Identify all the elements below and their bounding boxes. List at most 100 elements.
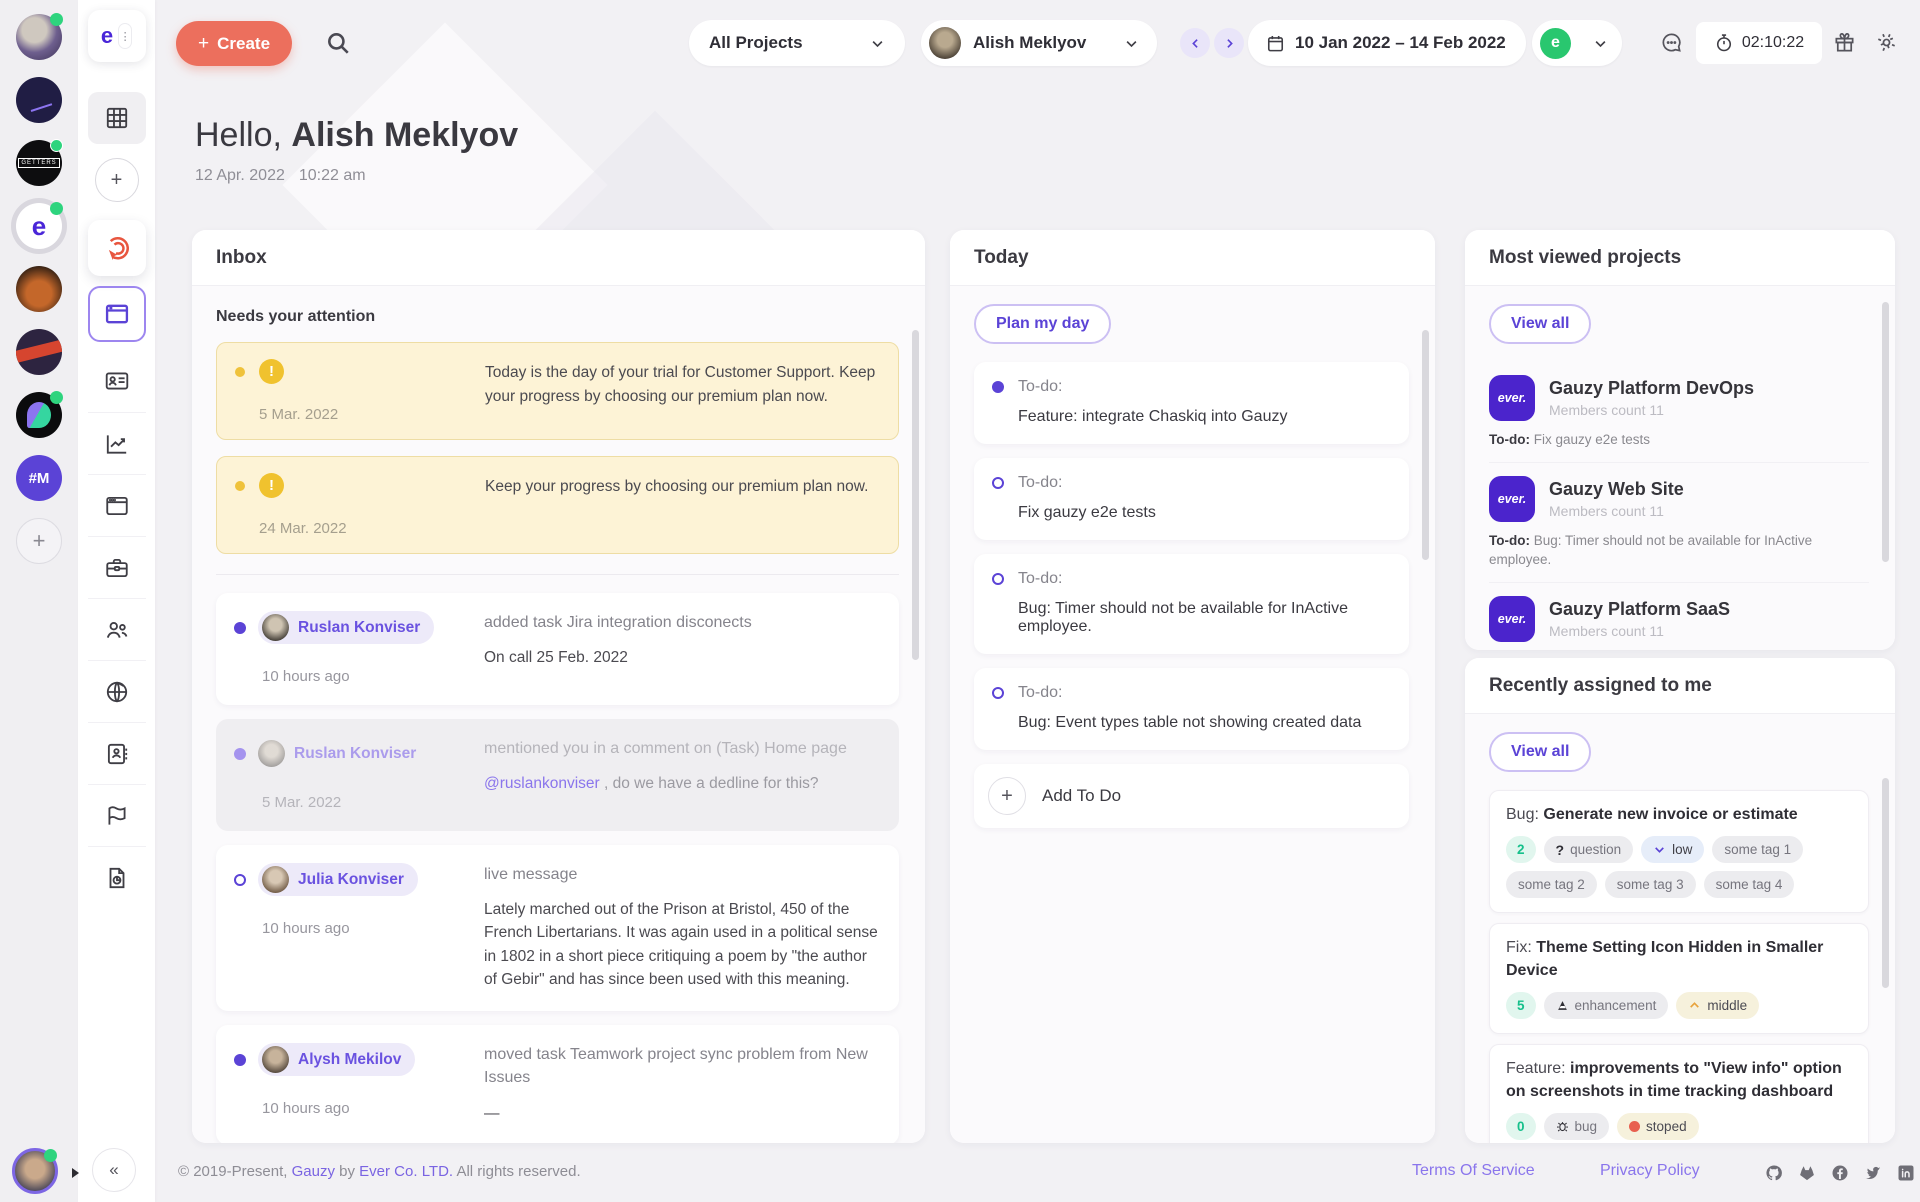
- user-chip[interactable]: Ruslan Konviser: [258, 611, 434, 644]
- date-prev-button[interactable]: [1180, 28, 1210, 58]
- project-row[interactable]: ever. Gauzy Platform DevOps Members coun…: [1489, 362, 1869, 462]
- todo-item[interactable]: To-do: Bug: Event types table not showin…: [974, 668, 1409, 750]
- divider: [216, 574, 899, 575]
- todo-open-dot[interactable]: [992, 477, 1004, 489]
- project-row[interactable]: ever. Gauzy Web Site Members count 11 To…: [1489, 462, 1869, 582]
- tag-enhancement[interactable]: enhancement: [1544, 992, 1669, 1019]
- linkedin-icon[interactable]: [1897, 1164, 1915, 1182]
- sidebar-item-focus-active[interactable]: [88, 286, 146, 342]
- tag-generic[interactable]: some tag 3: [1605, 871, 1696, 898]
- sidebar-item-reports[interactable]: [88, 846, 146, 908]
- main-sidebar: e ⋮ +: [78, 0, 155, 1202]
- task-card[interactable]: Bug: Generate new invoice or estimate 2 …: [1489, 790, 1869, 913]
- alert-date: 24 Mar. 2022: [259, 520, 485, 537]
- search-button[interactable]: [325, 30, 351, 56]
- tag-generic[interactable]: some tag 2: [1506, 871, 1597, 898]
- user-chip[interactable]: Alysh Mekilov: [258, 1043, 415, 1076]
- sidebar-item-add[interactable]: +: [88, 158, 146, 202]
- sidebar-item-projects[interactable]: [88, 474, 146, 536]
- sidebar-item-dashboard[interactable]: [88, 92, 146, 144]
- task-card[interactable]: Fix: Theme Setting Icon Hidden in Smalle…: [1489, 923, 1869, 1034]
- chat-icon: [1660, 31, 1683, 54]
- assigned-scrollbar[interactable]: [1882, 778, 1889, 988]
- sidebar-item-analytics[interactable]: [88, 412, 146, 474]
- tag-priority-middle[interactable]: middle: [1676, 992, 1759, 1019]
- greeting-block: Hello, Alish Meklyov 12 Apr. 202210:22 a…: [195, 116, 518, 185]
- view-all-projects-button[interactable]: View all: [1489, 304, 1591, 344]
- tag-question[interactable]: ?question: [1544, 836, 1634, 863]
- create-button[interactable]: + Create: [176, 21, 292, 66]
- projects-scrollbar[interactable]: [1882, 302, 1889, 562]
- sidebar-item-employees[interactable]: [88, 350, 146, 412]
- view-all-tasks-button[interactable]: View all: [1489, 732, 1591, 772]
- organization-dropdown[interactable]: e: [1532, 20, 1622, 66]
- todo-open-dot[interactable]: [992, 687, 1004, 699]
- user-chip[interactable]: Julia Konviser: [258, 863, 418, 896]
- sidebar-item-teams[interactable]: [88, 598, 146, 660]
- chat-button[interactable]: [1660, 31, 1683, 54]
- today-scrollbar[interactable]: [1422, 330, 1429, 560]
- date-next-button[interactable]: [1214, 28, 1244, 58]
- task-card[interactable]: Feature: improvements to "View info" opt…: [1489, 1044, 1869, 1143]
- workspace-avatar-4[interactable]: [16, 329, 62, 375]
- rewards-button[interactable]: [1833, 31, 1856, 54]
- timer-widget[interactable]: 02:10:22: [1696, 22, 1822, 64]
- terms-of-service-link[interactable]: Terms Of Service: [1412, 1162, 1535, 1180]
- trial-alert-card[interactable]: ! 5 Mar. 2022 Today is the day of your t…: [216, 342, 899, 440]
- twitter-icon[interactable]: [1864, 1164, 1882, 1182]
- workspace-avatar-3[interactable]: [16, 266, 62, 312]
- tag-generic[interactable]: some tag 4: [1704, 871, 1795, 898]
- todo-done-dot[interactable]: [992, 381, 1004, 393]
- workspace-avatar-2[interactable]: [16, 77, 62, 123]
- sidebar-item-contacts[interactable]: [88, 722, 146, 784]
- user-chip[interactable]: Ruslan Konviser: [258, 737, 430, 770]
- employee-filter-dropdown[interactable]: Alish Meklyov: [921, 20, 1157, 66]
- facebook-icon[interactable]: [1831, 1164, 1849, 1182]
- workspace-avatar-hm[interactable]: #M: [16, 455, 62, 501]
- tag-priority-low[interactable]: low: [1641, 836, 1704, 863]
- settings-button[interactable]: [1875, 31, 1898, 54]
- todo-label: To-do:: [1018, 684, 1062, 702]
- sidebar-item-goals[interactable]: [88, 784, 146, 846]
- plan-my-day-button[interactable]: Plan my day: [974, 304, 1111, 344]
- todo-item[interactable]: To-do: Fix gauzy e2e tests: [974, 458, 1409, 540]
- notification-time: 10 hours ago: [262, 920, 484, 937]
- sidebar-item-organization[interactable]: [88, 660, 146, 722]
- chevron-right-icon: [1223, 37, 1236, 50]
- workspace-avatar-getters[interactable]: GETTERS: [16, 140, 62, 186]
- notification-detail: @ruslankonviser , do we have a dedline f…: [484, 772, 881, 795]
- collapse-sidebar-button[interactable]: «: [92, 1148, 136, 1192]
- workspace-avatar-5[interactable]: [16, 392, 62, 438]
- date-range-picker[interactable]: 10 Jan 2022 – 14 Feb 2022: [1248, 20, 1526, 66]
- ever-co-link[interactable]: Ever Co. LTD.: [359, 1163, 453, 1180]
- add-workspace-button[interactable]: +: [16, 518, 62, 564]
- tag-status-stoped[interactable]: stoped: [1617, 1113, 1699, 1140]
- workspace-avatar-ever-selected[interactable]: e: [16, 203, 62, 249]
- current-user-avatar[interactable]: [12, 1148, 58, 1194]
- sidebar-item-time-tracker[interactable]: [88, 220, 146, 276]
- mention-link[interactable]: @ruslankonviser: [484, 775, 600, 792]
- tag-bug[interactable]: bug: [1544, 1113, 1610, 1140]
- warning-icon: !: [259, 359, 284, 384]
- sidebar-item-jobs[interactable]: [88, 536, 146, 598]
- tag-generic[interactable]: some tag 1: [1712, 836, 1803, 863]
- notification-item[interactable]: Alysh Mekilov 10 hours ago moved task Te…: [216, 1025, 899, 1143]
- todo-open-dot[interactable]: [992, 573, 1004, 585]
- notification-item[interactable]: Ruslan Konviser 10 hours ago added task …: [216, 593, 899, 705]
- projects-filter-dropdown[interactable]: All Projects: [689, 20, 905, 66]
- gauzy-link[interactable]: Gauzy: [292, 1163, 335, 1180]
- expand-arrow-icon[interactable]: [72, 1168, 79, 1178]
- github-icon[interactable]: [1765, 1164, 1783, 1182]
- add-todo-button[interactable]: + Add To Do: [974, 764, 1409, 828]
- todo-item[interactable]: To-do: Feature: integrate Chaskiq into G…: [974, 362, 1409, 444]
- gitlab-icon[interactable]: [1798, 1164, 1816, 1182]
- notification-item[interactable]: Julia Konviser 10 hours ago live message…: [216, 845, 899, 1011]
- inbox-section-label: Needs your attention: [216, 308, 899, 326]
- inbox-scrollbar[interactable]: [912, 330, 919, 660]
- trial-alert-card[interactable]: ! 24 Mar. 2022 Keep your progress by cho…: [216, 456, 899, 554]
- project-members: Members count 11: [1549, 402, 1754, 418]
- notification-item-read[interactable]: Ruslan Konviser 5 Mar. 2022 mentioned yo…: [216, 719, 899, 831]
- project-row[interactable]: ever. Gauzy Platform SaaS Members count …: [1489, 582, 1869, 650]
- privacy-policy-link[interactable]: Privacy Policy: [1600, 1162, 1700, 1180]
- todo-item[interactable]: To-do: Bug: Timer should not be availabl…: [974, 554, 1409, 654]
